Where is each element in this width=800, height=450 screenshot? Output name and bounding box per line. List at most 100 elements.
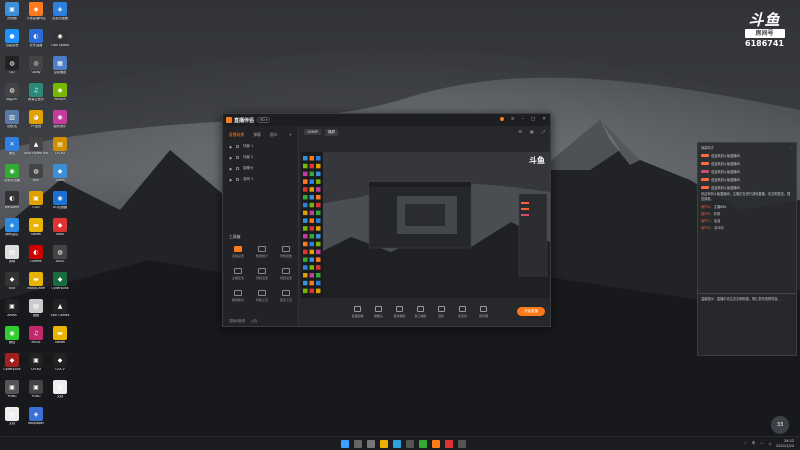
desktop-icon[interactable]: ▣ ARMA: [1, 299, 23, 327]
desktop-icon[interactable]: ◈ Wallpaper: [25, 407, 47, 435]
tool-item[interactable]: 数据统计: [251, 246, 273, 258]
desktop-icon[interactable]: ◆ Xbox: [49, 218, 71, 246]
lock-icon[interactable]: [236, 178, 240, 181]
search-icon[interactable]: [354, 440, 362, 448]
app3-icon[interactable]: [458, 440, 466, 448]
eye-icon[interactable]: ◉: [229, 145, 232, 149]
desktop-icon[interactable]: ◉ UU加速器: [49, 191, 71, 219]
app2-icon[interactable]: [445, 440, 453, 448]
chat-username[interactable]: 用户B: [701, 212, 710, 216]
wifi-icon[interactable]: ◠: [760, 442, 763, 446]
desktop-icon[interactable]: ▤ 文档: [49, 380, 71, 408]
desktop-icon[interactable]: ◍ HUE: [25, 164, 47, 192]
source-button[interactable]: 窗口捕获: [410, 306, 431, 318]
notice-link[interactable]: 公告: [251, 318, 257, 323]
scene-item[interactable]: ◉ 摄像头: [223, 163, 298, 174]
eye-icon[interactable]: ◉: [229, 178, 232, 182]
desktop-icon[interactable]: ✕ 微信: [1, 137, 23, 165]
desktop-icon[interactable]: ◉ OBS Studio: [49, 29, 71, 57]
desktop-icon[interactable]: ◍ 网易UU: [1, 83, 23, 111]
desktop-icon[interactable]: ▤ 画图: [25, 299, 47, 327]
tool-item[interactable]: 更多工具: [275, 290, 297, 302]
lock-icon[interactable]: [236, 156, 240, 159]
orientation-tab[interactable]: 横屏: [325, 128, 339, 136]
source-button[interactable]: 麦克风: [452, 306, 473, 318]
lock-icon[interactable]: [236, 167, 240, 170]
desktop-icon[interactable]: ▬ Steam: [25, 218, 47, 246]
desktop-icon[interactable]: ▤ 剪映: [1, 245, 23, 273]
tool-item[interactable]: 转播工具: [251, 290, 273, 302]
tool-item[interactable]: 弹幕助手: [227, 290, 249, 302]
desktop-icon[interactable]: ◆ GTA V: [49, 353, 71, 381]
chat-username[interactable]: 用户D: [701, 226, 710, 230]
tab-scenes[interactable]: 直播场景: [229, 132, 244, 138]
chrome-icon[interactable]: [419, 440, 427, 448]
volume-icon[interactable]: ◁: [768, 442, 771, 446]
quality-dropdown[interactable]: HD ▾: [257, 117, 271, 123]
desktop-icon[interactable]: ▤ CPUID: [49, 137, 71, 165]
desktop-icon[interactable]: ◐ Games: [25, 245, 47, 273]
scene-item[interactable]: ◉ 场景 1: [223, 141, 298, 152]
title-bar[interactable]: 直播伴侣 HD ▾ ≡ – □ ✕: [223, 114, 550, 126]
app-icon[interactable]: [432, 440, 440, 448]
eye-icon[interactable]: ◉: [229, 156, 232, 160]
desktop-icon[interactable]: ▤ 文档: [1, 407, 23, 435]
layout-icon[interactable]: ▦: [530, 129, 534, 134]
desktop-icon[interactable]: ◉ 谷歌浏览器: [1, 164, 23, 192]
start-live-button[interactable]: 开始直播: [517, 307, 545, 316]
desktop-icon[interactable]: ◕ YY语音: [25, 110, 47, 138]
stream-preview[interactable]: 斗鱼: [301, 152, 550, 298]
settings-icon[interactable]: ⚙: [518, 129, 522, 134]
menu-icon[interactable]: ≡: [511, 117, 515, 122]
desktop-icon[interactable]: ● 迅雷影音: [1, 29, 23, 57]
source-button[interactable]: 图片: [431, 306, 452, 318]
resolution-tab[interactable]: 1080P: [304, 129, 322, 135]
desktop-icon[interactable]: ◆ Epic: [1, 272, 23, 300]
desktop-icon[interactable]: ▲AMD Ryzen Master: [24, 137, 48, 165]
tab-danmaku[interactable]: 弹幕: [253, 132, 261, 138]
desktop-icon[interactable]: ▲ Epic Games: [49, 299, 71, 327]
notification-icon[interactable]: [499, 117, 504, 121]
desktop-icon[interactable]: ◆ Cyberpunk: [49, 272, 71, 300]
source-button[interactable]: 扬声器: [473, 306, 494, 318]
desktop-icon[interactable]: ♫ 网易云音乐: [25, 83, 47, 111]
lock-icon[interactable]: [236, 145, 240, 148]
desktop-icon[interactable]: ▣ COD: [25, 191, 47, 219]
maximize-icon[interactable]: □: [531, 117, 535, 122]
store-icon[interactable]: [406, 440, 414, 448]
desktop-icon[interactable]: ◉ 微信: [1, 326, 23, 354]
tray-chevron-icon[interactable]: ⌃: [744, 442, 747, 446]
desktop-icon[interactable]: ◍ ASUS: [49, 245, 71, 273]
streaming-app-window[interactable]: 直播伴侣 HD ▾ ≡ – □ ✕ 直播场景 弹幕 观众 + ◉ 场景 1 ◉ 场景 …: [222, 113, 551, 327]
desktop-icon[interactable]: ▦ 控制面板: [49, 56, 71, 84]
desktop-icon[interactable]: ▥ 回收站: [1, 110, 23, 138]
desktop-icon[interactable]: ◐ WeGame: [1, 191, 23, 219]
minimize-icon[interactable]: –: [522, 117, 524, 122]
desktop-icon[interactable]: ◆ Cyberpunk: [1, 353, 23, 381]
eye-icon[interactable]: ◉: [229, 167, 232, 171]
chat-username[interactable]: 用户A: [701, 205, 710, 209]
desktop-icon[interactable]: ◎ Uplay: [25, 56, 47, 84]
desktop-icon[interactable]: ◆ Zoom: [49, 164, 71, 192]
desktop-icon[interactable]: ▣ PUBG: [1, 380, 23, 408]
desktop-icon[interactable]: ◈ 腾讯会议: [1, 218, 23, 246]
clock[interactable]: 19:22 2022/1/24: [776, 439, 794, 448]
desktop-icon[interactable]: ▣ PUBG: [25, 380, 47, 408]
tool-item[interactable]: 主播任务: [227, 268, 249, 280]
taskview-icon[interactable]: [367, 440, 375, 448]
source-button[interactable]: 游戏捕获: [389, 306, 410, 318]
desktop-icon[interactable]: ▣ 此电脑: [1, 2, 23, 30]
windows-icon[interactable]: [341, 440, 349, 448]
desktop-icon[interactable]: ▬ MusicDrive: [25, 272, 47, 300]
source-button[interactable]: 摄像头: [368, 306, 389, 318]
desktop-icon[interactable]: ▬ Steam: [49, 326, 71, 354]
scene-item[interactable]: ◉ 游戏 1: [223, 174, 298, 185]
desktop-icon[interactable]: ◈ 迅游加速器: [49, 2, 71, 30]
tool-item[interactable]: 音频设置: [251, 268, 273, 280]
chat-username[interactable]: 用户C: [701, 219, 710, 223]
desktop-icon[interactable]: ◍ QQ: [1, 56, 23, 84]
room-manage-link[interactable]: 直播间管理: [229, 318, 245, 323]
close-icon[interactable]: ✕: [542, 117, 546, 122]
source-button[interactable]: 直播镜像: [347, 306, 368, 318]
tool-item[interactable]: 直播设置: [227, 246, 249, 258]
